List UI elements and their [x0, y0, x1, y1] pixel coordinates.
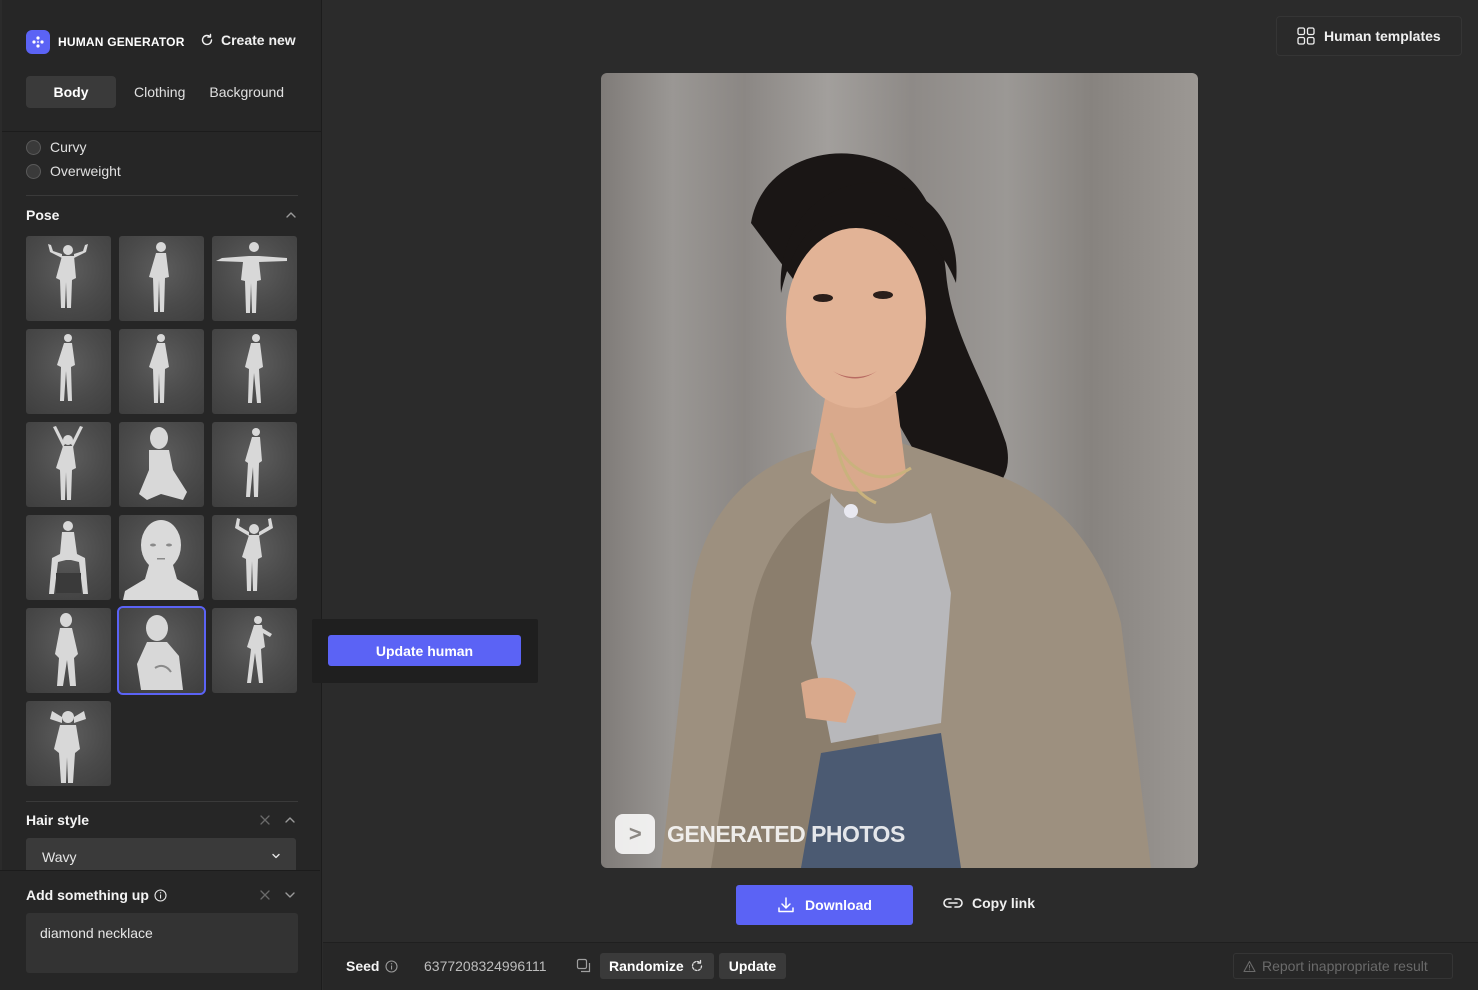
- hair-style-title: Hair style: [26, 812, 90, 828]
- info-icon[interactable]: [154, 888, 167, 902]
- download-button[interactable]: Download: [736, 885, 913, 925]
- hair-style-value: Wavy: [42, 849, 77, 865]
- tab-clothing[interactable]: Clothing: [134, 76, 185, 108]
- report-label: Report inappropriate result: [1262, 958, 1428, 974]
- watermark-text: GENERATED PHOTOS: [667, 820, 905, 847]
- watermark: > GENERATED PHOTOS: [615, 814, 905, 854]
- chevron-up-icon[interactable]: [283, 813, 297, 827]
- chevron-down-icon[interactable]: [283, 888, 297, 902]
- seed-label-text: Seed: [346, 958, 380, 974]
- report-inappropriate-button[interactable]: Report inappropriate result: [1233, 953, 1453, 979]
- radio-button[interactable]: [26, 163, 41, 179]
- pose-thumbnail[interactable]: [119, 422, 204, 507]
- brand-logo-icon: [26, 30, 50, 54]
- create-new-label: Create new: [221, 32, 296, 48]
- pose-thumbnail[interactable]: [119, 515, 204, 600]
- human-templates-label: Human templates: [1324, 28, 1441, 44]
- pose-thumbnail[interactable]: [119, 329, 204, 414]
- generated-photo: > GENERATED PHOTOS: [601, 73, 1198, 868]
- divider: [26, 195, 298, 196]
- add-something-label: Add something up: [26, 887, 149, 903]
- close-icon[interactable]: [258, 888, 272, 902]
- pose-thumbnail[interactable]: [212, 236, 297, 321]
- tab-body[interactable]: Body: [26, 76, 116, 108]
- add-something-input[interactable]: diamond necklace: [26, 913, 298, 973]
- body-option-curvy[interactable]: Curvy: [26, 139, 87, 155]
- hair-style-select[interactable]: Wavy: [26, 838, 296, 874]
- warning-icon: [1243, 960, 1256, 972]
- watermark-logo-icon: >: [615, 814, 655, 854]
- randomize-label: Randomize: [609, 958, 684, 974]
- divider: [26, 801, 298, 802]
- tab-background[interactable]: Background: [209, 76, 284, 108]
- add-something-title: Add something up: [26, 887, 167, 903]
- copy-link-label: Copy link: [972, 895, 1036, 911]
- info-icon[interactable]: [385, 959, 399, 973]
- divider: [2, 131, 322, 132]
- pose-thumbnail[interactable]: [26, 608, 111, 693]
- update-button[interactable]: Update: [719, 953, 786, 979]
- portrait-illustration: [661, 153, 1151, 868]
- body-option-overweight[interactable]: Overweight: [26, 163, 121, 179]
- pose-thumbnail[interactable]: [212, 608, 297, 693]
- pose-thumbnail[interactable]: [26, 515, 111, 600]
- seed-label: Seed: [346, 958, 399, 974]
- pose-thumbnail[interactable]: [119, 236, 204, 321]
- randomize-button[interactable]: Randomize: [600, 953, 714, 979]
- grid-icon: [1297, 27, 1315, 45]
- pose-thumbnail[interactable]: [26, 236, 111, 321]
- refresh-icon: [201, 33, 213, 46]
- body-option-label: Curvy: [50, 139, 87, 155]
- brand-name: HUMAN GENERATOR: [58, 35, 185, 49]
- pose-thumbnail[interactable]: [26, 701, 111, 786]
- create-new-button[interactable]: Create new: [200, 32, 296, 48]
- refresh-icon: [691, 959, 702, 972]
- copy-icon[interactable]: [576, 958, 591, 973]
- copy-link-button[interactable]: Copy link: [942, 895, 1035, 911]
- pose-thumbnail[interactable]: [212, 422, 297, 507]
- close-icon[interactable]: [258, 813, 272, 827]
- link-icon: [943, 898, 963, 908]
- pose-section-title: Pose: [26, 207, 60, 223]
- pose-thumbnail[interactable]: [212, 329, 297, 414]
- download-icon: [778, 897, 794, 913]
- update-human-button[interactable]: Update human: [328, 635, 521, 666]
- chevron-down-icon: [272, 853, 280, 859]
- tab-bar: Body Clothing Background: [26, 76, 284, 108]
- pose-thumbnail[interactable]: [26, 422, 111, 507]
- body-option-label: Overweight: [50, 163, 121, 179]
- update-human-tooltip: Update human: [312, 619, 538, 683]
- seed-value[interactable]: 6377208324996111: [424, 958, 547, 974]
- download-label: Download: [805, 897, 872, 913]
- radio-button[interactable]: [26, 139, 41, 155]
- human-templates-button[interactable]: Human templates: [1276, 16, 1462, 56]
- pose-thumbnail-selected[interactable]: [117, 606, 206, 695]
- brand[interactable]: HUMAN GENERATOR: [26, 30, 185, 54]
- pose-thumbnail[interactable]: [212, 515, 297, 600]
- pose-thumbnail[interactable]: [26, 329, 111, 414]
- chevron-up-icon[interactable]: [284, 208, 298, 222]
